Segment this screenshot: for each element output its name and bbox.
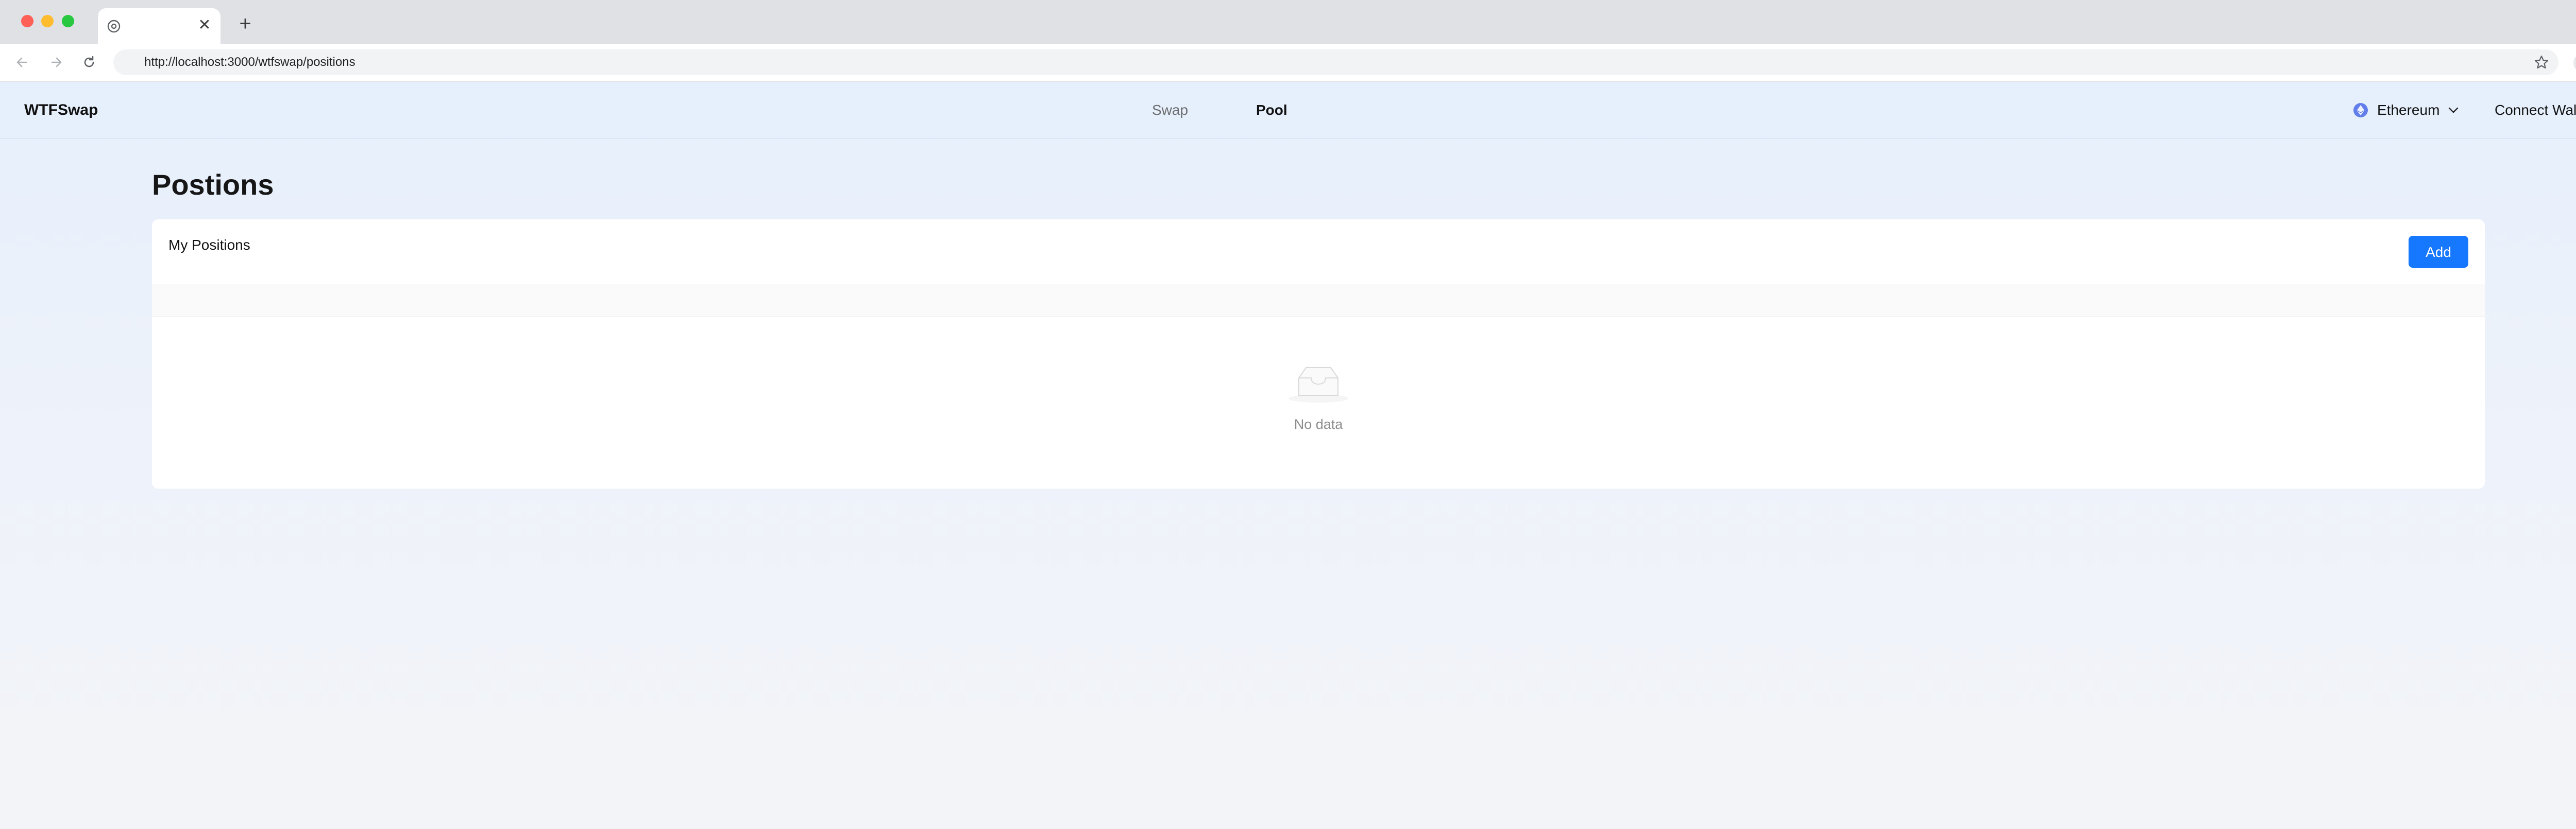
tab-close-icon[interactable]: ✕ (196, 16, 213, 34)
app-root: WTFSwap Swap Pool Ethereum Connect Walle… (0, 82, 2576, 829)
positions-card: My Positions Add No data (152, 219, 2485, 489)
nav-swap[interactable]: Swap (1152, 82, 1188, 139)
network-selector[interactable]: Ethereum (2353, 101, 2460, 119)
empty-text: No data (1294, 417, 1343, 432)
maximize-window-button[interactable] (62, 15, 74, 27)
forward-arrow-icon[interactable] (46, 53, 66, 72)
globe-icon (107, 20, 121, 33)
connect-wallet-button[interactable]: Connect Wallet (2495, 82, 2576, 139)
minimize-window-button[interactable] (41, 15, 54, 27)
logo[interactable]: WTFSwap (24, 82, 98, 139)
address-url[interactable]: http://localhost:3000/wtfswap/positions (144, 49, 355, 75)
ethereum-icon (2353, 103, 2368, 117)
empty-state: No data (152, 316, 2485, 489)
browser-tab[interactable]: ✕ (98, 8, 221, 44)
new-tab-icon[interactable]: + (235, 13, 256, 34)
browser-tab-strip: ✕ + (0, 0, 2576, 44)
chevron-down-icon (2449, 107, 2459, 113)
reload-icon[interactable] (79, 53, 99, 72)
close-window-button[interactable] (21, 15, 33, 27)
nav-pool[interactable]: Pool (1256, 82, 1287, 139)
card-title: My Positions (168, 237, 250, 253)
back-arrow-icon[interactable] (12, 53, 32, 72)
add-position-button[interactable]: Add (2409, 236, 2468, 268)
table-header (152, 284, 2485, 317)
app-header: WTFSwap Swap Pool Ethereum Connect Walle… (0, 82, 2576, 139)
bookmark-star-icon[interactable] (2534, 55, 2549, 70)
browser-toolbar: http://localhost:3000/wtfswap/positions (0, 44, 2576, 82)
profile-avatar-icon[interactable] (2573, 53, 2576, 73)
address-bar[interactable]: http://localhost:3000/wtfswap/positions (113, 49, 2558, 75)
empty-inbox-icon (1289, 367, 1348, 403)
page-title: Postions (152, 168, 274, 201)
network-label: Ethereum (2377, 102, 2440, 118)
